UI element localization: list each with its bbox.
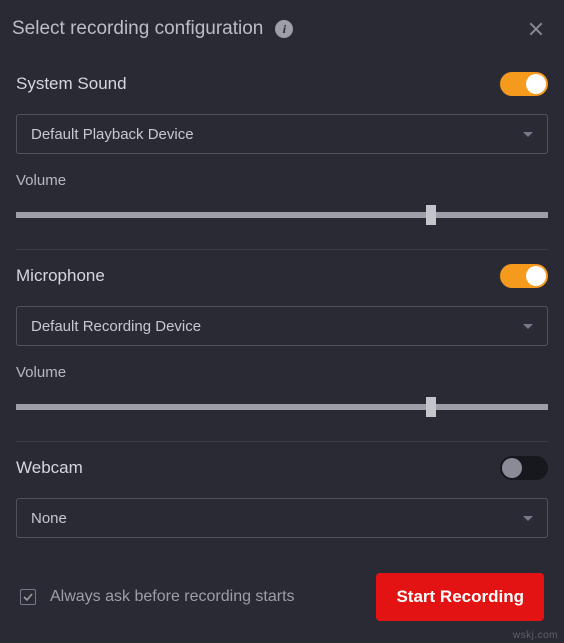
- toggle-knob: [526, 266, 546, 286]
- system-sound-device-select[interactable]: Default Playback Device: [16, 114, 548, 154]
- system-sound-toggle[interactable]: [500, 72, 548, 96]
- dialog-header: Select recording configuration i: [0, 0, 564, 54]
- info-icon[interactable]: i: [275, 20, 293, 38]
- slider-track: [16, 212, 548, 218]
- webcam-toggle[interactable]: [500, 456, 548, 480]
- microphone-volume-slider[interactable]: [16, 399, 548, 415]
- slider-thumb[interactable]: [426, 397, 436, 417]
- select-value: Default Recording Device: [31, 318, 201, 335]
- microphone-section: Microphone Default Recording Device Volu…: [16, 250, 548, 441]
- always-ask-checkbox[interactable]: [20, 589, 36, 605]
- webcam-device-select[interactable]: None: [16, 498, 548, 538]
- system-sound-volume-label: Volume: [16, 172, 548, 189]
- toggle-knob: [526, 74, 546, 94]
- dialog-footer: Always ask before recording starts Start…: [0, 555, 564, 643]
- watermark: wskj.com: [513, 630, 558, 641]
- system-sound-label: System Sound: [16, 74, 127, 94]
- select-value: None: [31, 510, 67, 527]
- always-ask-label: Always ask before recording starts: [50, 588, 295, 606]
- microphone-volume-label: Volume: [16, 364, 548, 381]
- chevron-down-icon: [523, 132, 533, 137]
- microphone-toggle[interactable]: [500, 264, 548, 288]
- slider-thumb[interactable]: [426, 205, 436, 225]
- webcam-section: Webcam None: [16, 442, 548, 558]
- chevron-down-icon: [523, 324, 533, 329]
- check-icon: [23, 592, 33, 602]
- select-value: Default Playback Device: [31, 126, 194, 143]
- system-sound-section: System Sound Default Playback Device Vol…: [16, 58, 548, 249]
- microphone-label: Microphone: [16, 266, 105, 286]
- slider-track: [16, 404, 548, 410]
- start-recording-button[interactable]: Start Recording: [376, 573, 544, 621]
- close-icon[interactable]: [526, 19, 546, 39]
- webcam-label: Webcam: [16, 458, 83, 478]
- chevron-down-icon: [523, 516, 533, 521]
- toggle-knob: [502, 458, 522, 478]
- dialog-title: Select recording configuration: [12, 18, 263, 40]
- microphone-device-select[interactable]: Default Recording Device: [16, 306, 548, 346]
- system-sound-volume-slider[interactable]: [16, 207, 548, 223]
